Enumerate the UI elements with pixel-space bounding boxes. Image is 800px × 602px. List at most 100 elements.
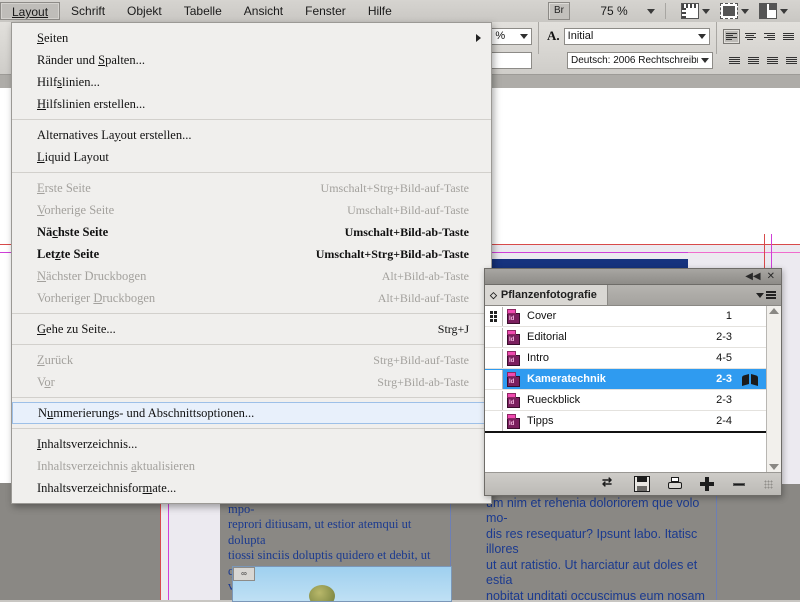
menu-shortcut: Strg+J bbox=[438, 322, 483, 337]
menu-item-nummerierungs-und-abschnittsoptionen[interactable]: Nummerierungs- und Abschnittsoptionen... bbox=[12, 402, 491, 424]
book-panel-tabrow: ◇ Pflanzenfotografie bbox=[485, 285, 781, 306]
table-row[interactable]: Id Intro 4-5 bbox=[485, 348, 766, 369]
table-row[interactable]: Id Tipps 2-4 bbox=[485, 411, 766, 433]
menu-ansicht-label: Ansicht bbox=[244, 4, 283, 18]
book-document-list[interactable]: Id Cover 1 Id Editorial 2-3 Id Intro 4-5 bbox=[485, 306, 766, 472]
table-row[interactable]: Id Rueckblick 2-3 bbox=[485, 390, 766, 411]
view-mode-normal[interactable] bbox=[681, 3, 710, 19]
panel-menu-icon[interactable] bbox=[756, 291, 776, 299]
view-mode-arrange[interactable] bbox=[759, 3, 788, 19]
layout-dropdown-menu[interactable]: SSeiteneiten Ränder und Spalten... Hilfs… bbox=[11, 22, 492, 504]
justify-right-button[interactable] bbox=[764, 53, 781, 68]
menu-item-alternatives-layout-erstellen[interactable]: Alternatives Layout erstellen... bbox=[12, 124, 491, 146]
scroll-down-icon[interactable] bbox=[769, 464, 779, 470]
tab-strip-empty bbox=[608, 285, 781, 305]
view-mode-preview[interactable] bbox=[720, 3, 749, 19]
print-book-icon[interactable] bbox=[668, 477, 682, 491]
menu-objekt[interactable]: Objekt bbox=[116, 1, 173, 21]
book-list-empty-area[interactable] bbox=[485, 433, 766, 472]
menu-fenster[interactable]: Fenster bbox=[294, 1, 357, 21]
sync-book-icon[interactable] bbox=[602, 477, 616, 491]
style-source-cell[interactable] bbox=[485, 370, 503, 389]
align-left-button[interactable] bbox=[723, 29, 740, 44]
menu-shortcut: Strg+Bild-ab-Taste bbox=[377, 375, 483, 390]
tab-pflanzenfotografie[interactable]: ◇ Pflanzenfotografie bbox=[485, 285, 608, 305]
menu-tabelle[interactable]: Tabelle bbox=[173, 1, 233, 21]
menu-item-hilfslinien[interactable]: Hilfslinien... bbox=[12, 71, 491, 93]
table-row[interactable]: Id Editorial 2-3 bbox=[485, 327, 766, 348]
menu-item-inhaltsverzeichnis[interactable]: Inhaltsverzeichnis... bbox=[12, 433, 491, 455]
resize-grip-icon[interactable] bbox=[764, 480, 773, 489]
menu-shortcut: Alt+Bild-ab-Taste bbox=[382, 269, 483, 284]
justify-last-left-button[interactable] bbox=[780, 29, 797, 44]
menu-item-hilfslinien-erstellen[interactable]: Hilfslinien erstellen... bbox=[12, 93, 491, 115]
justify-full-button[interactable] bbox=[783, 53, 800, 68]
open-document-icon bbox=[742, 374, 758, 385]
style-source-cell[interactable] bbox=[485, 307, 503, 326]
menu-item-vorheriger-druckbogen[interactable]: Vorheriger Druckbogen Alt+Bild-auf-Taste bbox=[12, 287, 491, 309]
remove-document-icon[interactable] bbox=[732, 477, 746, 491]
menu-hilfe-label: Hilfe bbox=[368, 4, 392, 18]
chevron-down-icon[interactable] bbox=[741, 9, 749, 14]
style-source-cell[interactable] bbox=[485, 412, 503, 431]
align-right-button[interactable] bbox=[761, 29, 778, 44]
table-row[interactable]: Id Cover 1 bbox=[485, 306, 766, 327]
menu-hilfe[interactable]: Hilfe bbox=[357, 1, 403, 21]
menu-item-inhaltsverzeichnisformate[interactable]: Inhaltsverzeichnisformate... bbox=[12, 477, 491, 499]
add-document-icon[interactable] bbox=[700, 477, 714, 491]
menu-item-liquid-layout[interactable]: Liquid Layout bbox=[12, 146, 491, 168]
menu-item-erste-seite[interactable]: Erste Seite Umschalt+Strg+Bild-auf-Taste bbox=[12, 177, 491, 199]
menu-item-zurueck[interactable]: Zurück Strg+Bild-auf-Taste bbox=[12, 349, 491, 371]
indesign-document-icon: Id bbox=[507, 372, 522, 387]
image-frame[interactable] bbox=[232, 566, 452, 602]
chevron-down-icon[interactable] bbox=[780, 9, 788, 14]
style-source-cell[interactable] bbox=[485, 391, 503, 410]
style-source-cell[interactable] bbox=[485, 328, 503, 347]
chevron-down-icon[interactable] bbox=[698, 34, 706, 39]
menu-separator-4 bbox=[12, 344, 491, 345]
menu-layout[interactable]: Layout bbox=[0, 2, 60, 20]
text-frame-edge-right bbox=[716, 480, 717, 600]
link-badge-icon[interactable]: ∞ bbox=[233, 567, 255, 581]
save-book-icon[interactable] bbox=[634, 476, 650, 492]
menu-ansicht[interactable]: Ansicht bbox=[233, 1, 294, 21]
language-select[interactable]: Deutsch: 2006 Rechtschreibr bbox=[567, 52, 713, 69]
indesign-document-icon: Id bbox=[507, 330, 522, 345]
menu-item-vorherige-seite[interactable]: Vorherige Seite Umschalt+Bild-auf-Taste bbox=[12, 199, 491, 221]
character-style-select[interactable]: Initial bbox=[564, 28, 710, 45]
menu-item-seiten[interactable]: SSeiteneiten bbox=[12, 27, 491, 49]
table-row-selected[interactable]: Id Kameratechnik 2-3 bbox=[485, 369, 766, 390]
normal-view-icon bbox=[681, 3, 699, 19]
layout-columns-icon bbox=[759, 3, 777, 19]
photo-subject bbox=[309, 585, 335, 602]
style-source-cell[interactable] bbox=[485, 349, 503, 368]
document-name: Editorial bbox=[527, 331, 716, 343]
menu-item-letzte-seite[interactable]: Letzte Seite Umschalt+Strg+Bild-ab-Taste bbox=[12, 243, 491, 265]
chevron-down-icon[interactable] bbox=[701, 58, 709, 63]
menu-item-inhaltsverzeichnis-aktualisieren[interactable]: Inhaltsverzeichnis aktualisieren bbox=[12, 455, 491, 477]
menu-item-naechster-druckbogen[interactable]: Nächster Druckbogen Alt+Bild-ab-Taste bbox=[12, 265, 491, 287]
menu-item-gehe-zu-seite[interactable]: Gehe zu Seite... Strg+J bbox=[12, 318, 491, 340]
align-center-button[interactable] bbox=[742, 29, 759, 44]
book-panel-titlebar[interactable]: ◀◀ ✕ bbox=[485, 269, 781, 285]
chevron-down-icon[interactable] bbox=[702, 9, 710, 14]
chevron-down-icon[interactable] bbox=[520, 34, 528, 39]
book-panel[interactable]: ◀◀ ✕ ◇ Pflanzenfotografie Id Cover 1 bbox=[484, 268, 782, 496]
menu-item-vor[interactable]: Vor Strg+Bild-ab-Taste bbox=[12, 371, 491, 393]
collapse-icon[interactable]: ◀◀ bbox=[745, 272, 760, 282]
zoom-control[interactable]: 75 % bbox=[584, 4, 655, 18]
book-list-scrollbar[interactable] bbox=[766, 306, 781, 472]
text-line: dis res resequatur? Ipsunt labo. Itatisc… bbox=[486, 527, 716, 558]
scroll-up-icon[interactable] bbox=[769, 308, 779, 314]
preview-view-icon bbox=[720, 3, 738, 19]
close-icon[interactable]: ✕ bbox=[767, 272, 775, 282]
justify-all-button[interactable] bbox=[726, 53, 743, 68]
menu-separator-3 bbox=[12, 313, 491, 314]
menu-item-raender-und-spalten[interactable]: Ränder und Spalten... bbox=[12, 49, 491, 71]
menu-schrift[interactable]: Schrift bbox=[60, 1, 116, 21]
justify-center-button[interactable] bbox=[745, 53, 762, 68]
menu-shortcut: Alt+Bild-auf-Taste bbox=[378, 291, 483, 306]
chevron-down-icon[interactable] bbox=[647, 9, 655, 14]
menu-item-naechste-seite[interactable]: Nächste Seite Umschalt+Bild-ab-Taste bbox=[12, 221, 491, 243]
bridge-button[interactable]: Br bbox=[548, 2, 570, 20]
